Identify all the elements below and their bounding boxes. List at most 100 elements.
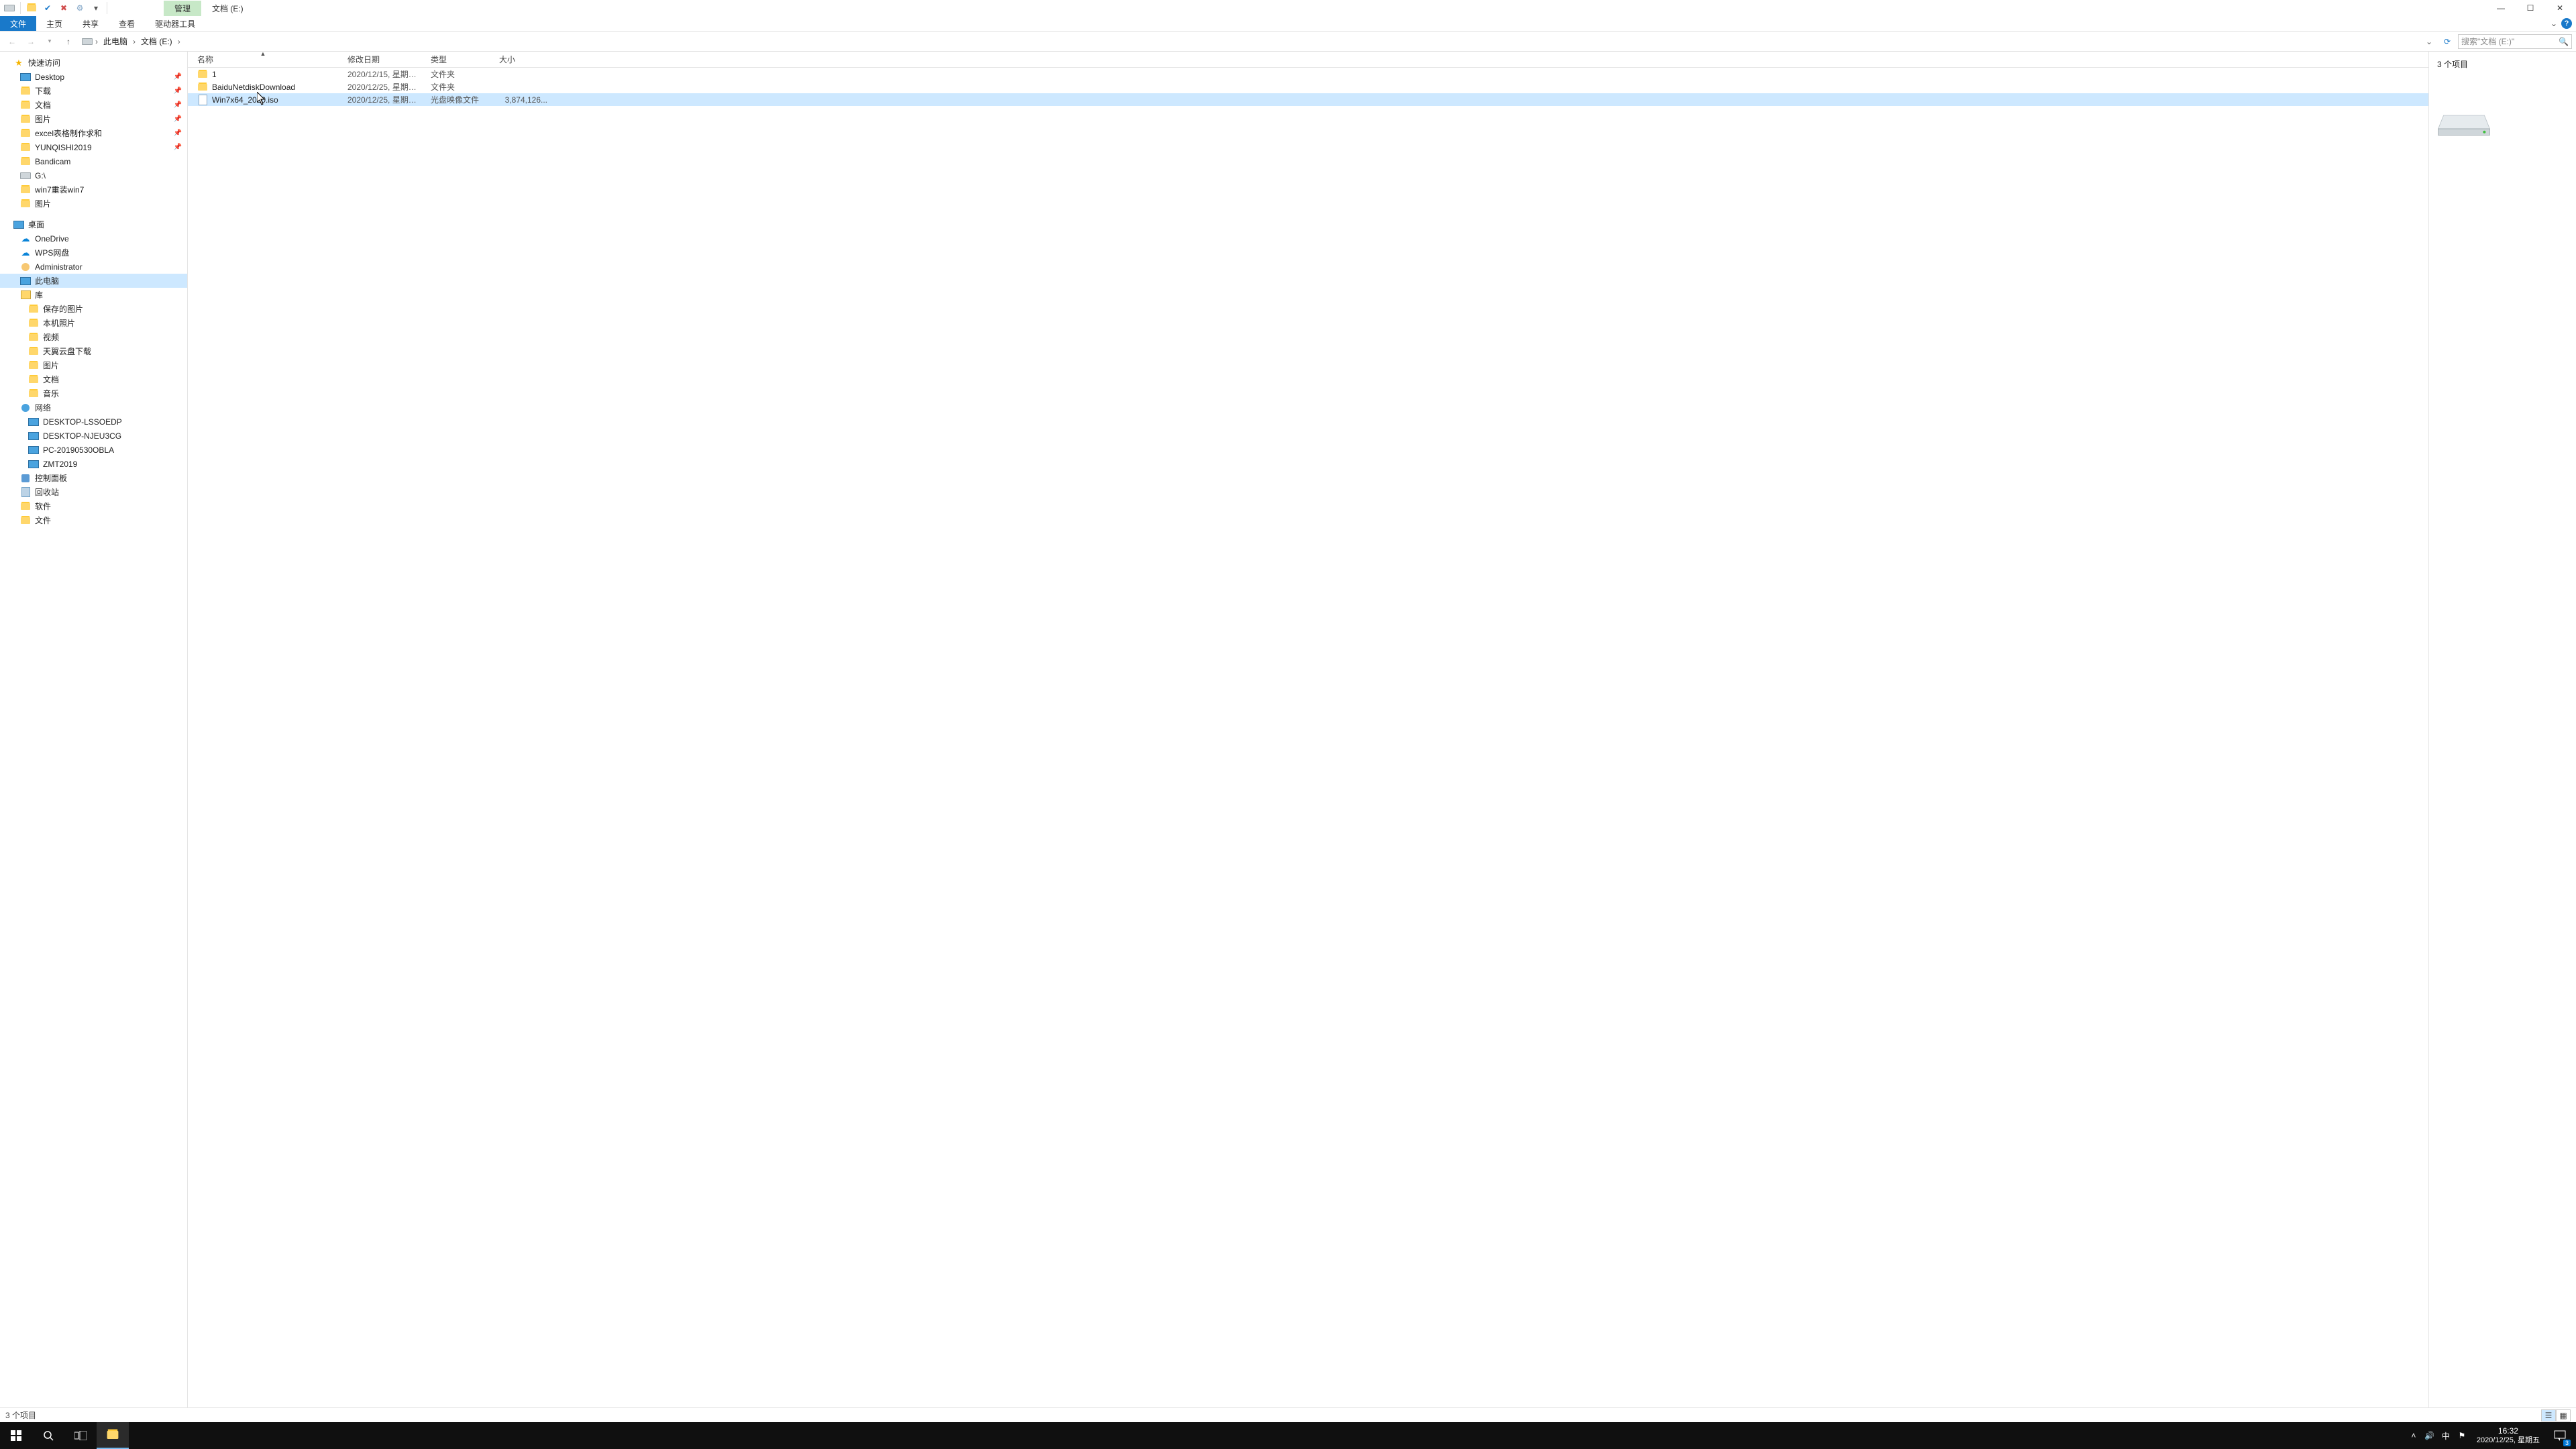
address-dropdown-icon[interactable]: ⌄ [2422, 37, 2436, 46]
nav-desktop-item[interactable]: ☁OneDrive [0, 231, 187, 246]
nav-desktop-item[interactable]: 库 [0, 288, 187, 302]
nav-label: 图片 [43, 360, 59, 371]
chevron-right-icon[interactable]: › [178, 37, 180, 46]
qa-properties-icon[interactable] [25, 1, 38, 15]
nav-forward-button[interactable]: → [23, 34, 39, 50]
close-button[interactable]: ✕ [2545, 0, 2575, 16]
ribbon-tab-home[interactable]: 主页 [36, 16, 72, 31]
nav-desktop-item[interactable]: 软件 [0, 499, 187, 513]
nav-child-item[interactable]: 文档 [0, 372, 187, 386]
breadcrumb[interactable]: › 此电脑 › 文档 (E:) › [79, 34, 180, 48]
nav-quickaccess-item[interactable]: G:\ [0, 168, 187, 182]
minimize-button[interactable]: — [2486, 0, 2516, 16]
search-input[interactable]: 搜索"文档 (E:)" 🔍 [2458, 34, 2572, 49]
nav-child-item[interactable]: DESKTOP-LSSOEDP [0, 415, 187, 429]
tray-overflow-icon[interactable]: ˄ [2406, 1422, 2422, 1449]
nav-label: G:\ [35, 171, 46, 180]
nav-child-item[interactable]: 本机照片 [0, 316, 187, 330]
tray-ime-icon[interactable]: 中 [2438, 1422, 2454, 1449]
qa-settings-icon[interactable]: ⚙ [73, 1, 87, 15]
nav-child-item[interactable]: ZMT2019 [0, 457, 187, 471]
net-icon [20, 402, 31, 413]
nav-child-item[interactable]: DESKTOP-NJEU3CG [0, 429, 187, 443]
nav-desktop-item[interactable]: 控制面板 [0, 471, 187, 485]
nav-child-item[interactable]: 视频 [0, 330, 187, 344]
address-bar: ← → ▾ ↑ › 此电脑 › 文档 (E:) › ⌄ ⟳ 搜索"文档 (E:)… [0, 32, 2576, 52]
search-icon[interactable]: 🔍 [2559, 37, 2569, 46]
col-header-date[interactable]: 修改日期 [338, 54, 421, 65]
nav-desktop-item[interactable]: ☁WPS网盘 [0, 246, 187, 260]
nav-quickaccess-item[interactable]: 图片 [0, 197, 187, 211]
status-view-switcher: ☰ ▦ [2541, 1409, 2571, 1421]
nav-quickaccess-item[interactable]: excel表格制作求和📌 [0, 126, 187, 140]
view-thumbnails-button[interactable]: ▦ [2556, 1409, 2571, 1421]
action-center-button[interactable]: 3 [2546, 1422, 2573, 1449]
pin-icon: 📌 [174, 87, 182, 95]
file-row[interactable]: 1 2020/12/15, 星期二 1... 文件夹 [188, 68, 2428, 80]
nav-separator [0, 211, 187, 217]
taskbar-search-button[interactable] [32, 1422, 64, 1449]
nav-desktop-item[interactable]: Administrator [0, 260, 187, 274]
nav-quickaccess-item[interactable]: 文档📌 [0, 98, 187, 112]
ribbon-expand-icon[interactable]: ⌄ [2551, 19, 2557, 28]
nav-back-button[interactable]: ← [4, 34, 20, 50]
qa-dropdown-icon[interactable]: ▾ [89, 1, 103, 15]
nav-history-dropdown[interactable]: ▾ [42, 34, 58, 50]
ribbon-right: ⌄ ? [2551, 16, 2576, 31]
ribbon-tab-view[interactable]: 查看 [109, 16, 145, 31]
ribbon-tab-share[interactable]: 共享 [72, 16, 109, 31]
ribbon-tab-file[interactable]: 文件 [0, 16, 36, 31]
nav-child-item[interactable]: 图片 [0, 358, 187, 372]
file-row[interactable]: Win7x64_2020.iso 2020/12/25, 星期五 1... 光盘… [188, 93, 2428, 106]
view-details-button[interactable]: ☰ [2541, 1409, 2556, 1421]
file-list[interactable]: 名称 ▲ 修改日期 类型 大小 1 2020/12/15, 星期二 1... 文… [188, 52, 2428, 1407]
taskbar-explorer-button[interactable] [97, 1422, 129, 1449]
nav-child-item[interactable]: 音乐 [0, 386, 187, 400]
breadcrumb-segment[interactable]: 文档 (E:) [138, 34, 175, 48]
task-view-button[interactable] [64, 1422, 97, 1449]
nav-child-item[interactable]: PC-20190530OBLA [0, 443, 187, 457]
nav-desktop-item[interactable]: 文件 [0, 513, 187, 527]
nav-quickaccess-item[interactable]: 下载📌 [0, 84, 187, 98]
chevron-right-icon[interactable]: › [133, 37, 136, 46]
nav-quick-access[interactable]: ★ 快速访问 [0, 56, 187, 70]
separator [20, 2, 21, 14]
ribbon-tab-drivetools[interactable]: 驱动器工具 [145, 16, 205, 31]
nav-quickaccess-item[interactable]: win7重装win7 [0, 182, 187, 197]
help-icon[interactable]: ? [2561, 18, 2572, 29]
taskbar-clock[interactable]: 16:32 2020/12/25, 星期五 [2470, 1426, 2546, 1445]
nav-desktop-item[interactable]: 回收站 [0, 485, 187, 499]
window-title: 文档 (E:) [201, 1, 254, 16]
maximize-button[interactable]: ☐ [2516, 0, 2545, 16]
tray-security-icon[interactable]: ⚑ [2454, 1422, 2470, 1449]
nav-quickaccess-item[interactable]: Bandicam [0, 154, 187, 168]
tray-volume-icon[interactable]: 🔊 [2422, 1422, 2438, 1449]
nav-label: 图片 [35, 198, 51, 209]
nav-quickaccess-item[interactable]: 图片📌 [0, 112, 187, 126]
nav-child-item[interactable]: 天翼云盘下载 [0, 344, 187, 358]
start-button[interactable] [0, 1422, 32, 1449]
breadcrumb-segment[interactable]: 此电脑 [101, 34, 130, 48]
cell-name: 1 [188, 69, 338, 80]
pc-icon [28, 459, 39, 470]
nav-desktop-item[interactable]: 此电脑 [0, 274, 187, 288]
refresh-button[interactable]: ⟳ [2439, 37, 2455, 46]
col-header-type[interactable]: 类型 [421, 54, 490, 65]
navigation-pane[interactable]: ★ 快速访问 Desktop📌下载📌文档📌图片📌excel表格制作求和📌YUNQ… [0, 52, 188, 1407]
chevron-right-icon[interactable]: › [95, 37, 98, 46]
pin-icon: 📌 [174, 73, 182, 80]
nav-quickaccess-item[interactable]: Desktop📌 [0, 70, 187, 84]
taskbar[interactable]: ˄ 🔊 中 ⚑ 16:32 2020/12/25, 星期五 3 [0, 1422, 2576, 1449]
nav-label: 库 [35, 289, 43, 301]
nav-desktop-item[interactable]: 网络 [0, 400, 187, 415]
qa-check-icon[interactable]: ✔ [41, 1, 54, 15]
nav-quickaccess-item[interactable]: YUNQISHI2019📌 [0, 140, 187, 154]
col-header-size[interactable]: 大小 [490, 54, 550, 65]
nav-up-button[interactable]: ↑ [60, 34, 76, 50]
nav-desktop[interactable]: 桌面 [0, 217, 187, 231]
folder-icon [197, 82, 208, 93]
nav-child-item[interactable]: 保存的图片 [0, 302, 187, 316]
qa-close-icon[interactable]: ✖ [57, 1, 70, 15]
file-row[interactable]: BaiduNetdiskDownload 2020/12/25, 星期五 1..… [188, 80, 2428, 93]
col-header-name[interactable]: 名称 ▲ [188, 54, 338, 65]
